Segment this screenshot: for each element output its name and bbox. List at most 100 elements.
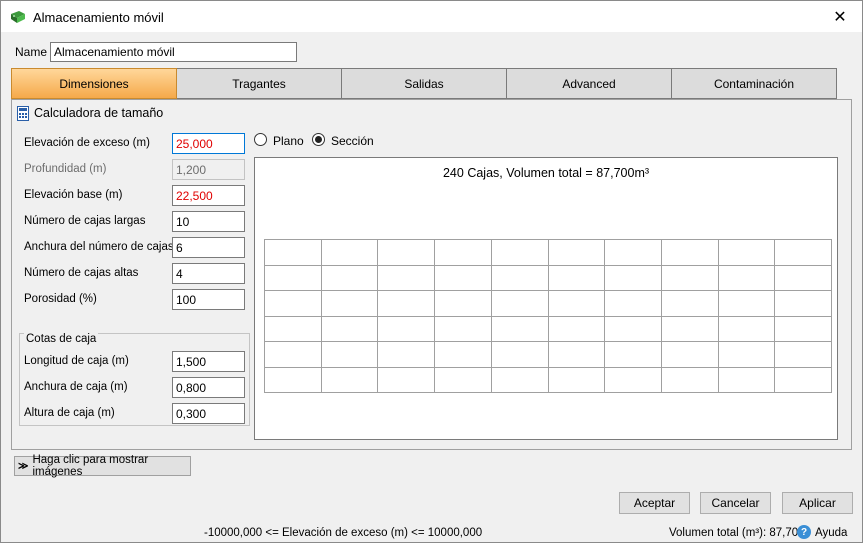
boxes-long-input[interactable]	[172, 211, 245, 232]
plano-label[interactable]: Plano	[273, 134, 304, 148]
box-cell	[661, 240, 719, 266]
box-cell	[605, 367, 662, 393]
box-cell	[435, 316, 492, 342]
section-preview: 240 Cajas, Volumen total = 87,700m³	[254, 157, 838, 440]
box-cell	[661, 291, 719, 317]
box-cell	[321, 316, 379, 342]
box-cell	[265, 291, 322, 317]
box-cell	[378, 240, 436, 266]
box-cell	[548, 316, 606, 342]
box-cell	[435, 265, 492, 291]
box-cell	[661, 367, 719, 393]
porosity-label: Porosidad (%)	[24, 293, 97, 305]
seccion-label[interactable]: Sección	[331, 134, 374, 148]
box-grid	[264, 239, 832, 393]
cancel-button[interactable]: Cancelar	[700, 492, 771, 514]
box-dimensions-legend: Cotas de caja	[24, 333, 99, 345]
dialog-window: Almacenamiento móvil ✕ Name Dimensiones …	[0, 0, 863, 543]
base-elevation-label: Elevación base (m)	[24, 189, 123, 201]
box-cell	[265, 316, 322, 342]
calculator-icon	[17, 106, 29, 121]
box-cell	[378, 265, 436, 291]
box-cell	[378, 342, 436, 368]
box-cell	[265, 240, 322, 266]
box-cell	[491, 291, 549, 317]
box-cell	[718, 291, 776, 317]
box-cell	[661, 265, 719, 291]
tab-strip: Dimensiones Tragantes Salidas Advanced C…	[11, 68, 837, 99]
show-images-button[interactable]: ≫ Haga clic para mostrar imágenes	[14, 454, 191, 478]
box-cell	[491, 240, 549, 266]
constraint-status: -10000,000 <= Elevación de exceso (m) <=…	[204, 527, 483, 539]
dimensions-panel: Calculadora de tamaño Elevación de exces…	[11, 99, 852, 450]
box-cell	[718, 316, 776, 342]
excess-elevation-label: Elevación de exceso (m)	[24, 137, 150, 149]
porosity-input[interactable]	[172, 289, 245, 310]
close-button[interactable]: ✕	[818, 1, 862, 32]
close-icon: ✕	[833, 8, 847, 26]
show-images-label: Haga clic para mostrar imágenes	[32, 454, 149, 478]
box-cell	[435, 367, 492, 393]
box-cell	[775, 240, 832, 266]
box-height-input[interactable]	[172, 403, 245, 424]
box-cell	[605, 316, 662, 342]
base-elevation-input[interactable]	[172, 185, 245, 206]
box-cell	[265, 342, 322, 368]
box-length-input[interactable]	[172, 351, 245, 372]
box-cell	[661, 316, 719, 342]
box-cell	[718, 342, 776, 368]
depth-label: Profundidad (m)	[24, 163, 107, 175]
box-cell	[718, 240, 776, 266]
total-volume-status: Volumen total (m³): 87,700	[669, 527, 805, 539]
box-width-input[interactable]	[172, 377, 245, 398]
box-cell	[435, 342, 492, 368]
tab-dimensiones[interactable]: Dimensiones	[11, 68, 177, 99]
box-cell	[321, 367, 379, 393]
box-cell	[378, 367, 436, 393]
box-cell	[548, 265, 606, 291]
tab-tragantes[interactable]: Tragantes	[177, 68, 342, 99]
box-cell	[605, 291, 662, 317]
boxes-wide-input[interactable]	[172, 237, 245, 258]
box-cell	[491, 316, 549, 342]
box-cell	[775, 265, 832, 291]
excess-elevation-input[interactable]	[172, 133, 245, 154]
seccion-radio[interactable]	[312, 133, 325, 146]
help-link[interactable]: Ayuda	[815, 527, 847, 539]
box-cell	[661, 342, 719, 368]
box-cell	[491, 265, 549, 291]
tab-advanced[interactable]: Advanced	[507, 68, 672, 99]
box-cell	[321, 265, 379, 291]
box-cell	[718, 367, 776, 393]
box-cell	[605, 342, 662, 368]
calculator-title: Calculadora de tamaño	[34, 106, 164, 120]
apply-button[interactable]: Aplicar	[782, 492, 853, 514]
preview-caption: 240 Cajas, Volumen total = 87,700m³	[442, 166, 650, 180]
window-title: Almacenamiento móvil	[33, 10, 164, 25]
accept-button[interactable]: Aceptar	[619, 492, 690, 514]
box-cell	[548, 342, 606, 368]
box-cell	[378, 291, 436, 317]
boxes-high-label: Número de cajas altas	[24, 267, 139, 279]
depth-input	[172, 159, 245, 180]
boxes-wide-label: Anchura del número de cajas	[24, 241, 174, 253]
boxes-high-input[interactable]	[172, 263, 245, 284]
box-cell	[548, 367, 606, 393]
app-icon	[11, 11, 25, 23]
tab-contaminacion[interactable]: Contaminación	[672, 68, 837, 99]
box-width-label: Anchura de caja (m)	[24, 381, 128, 393]
box-height-label: Altura de caja (m)	[24, 407, 115, 419]
help-icon[interactable]: ?	[797, 525, 811, 539]
box-cell	[435, 291, 492, 317]
box-cell	[548, 240, 606, 266]
name-input[interactable]	[50, 42, 297, 62]
tab-salidas[interactable]: Salidas	[342, 68, 507, 99]
boxes-long-label: Número de cajas largas	[24, 215, 146, 227]
box-cell	[605, 265, 662, 291]
box-cell	[265, 265, 322, 291]
box-cell	[378, 316, 436, 342]
box-cell	[718, 265, 776, 291]
box-cell	[435, 240, 492, 266]
plano-radio[interactable]	[254, 133, 267, 146]
box-cell	[321, 291, 379, 317]
